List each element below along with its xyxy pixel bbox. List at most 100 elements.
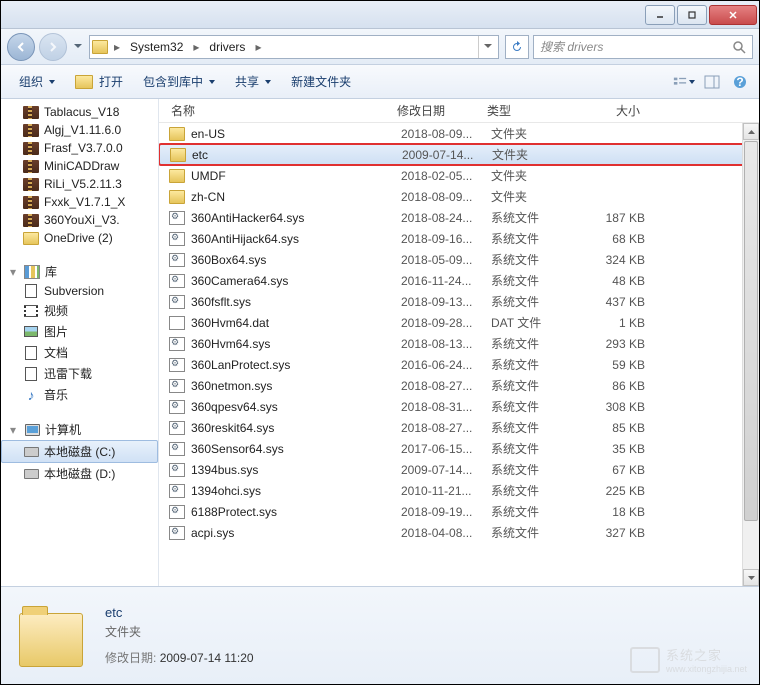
sidebar-item[interactable]: OneDrive (2) bbox=[1, 229, 158, 247]
file-row[interactable]: 360AntiHijack64.sys 2018-09-16... 系统文件 6… bbox=[159, 228, 759, 249]
sidebar-item[interactable]: RiLi_V5.2.11.3 bbox=[1, 175, 158, 193]
sys-icon bbox=[169, 379, 185, 393]
file-date: 2010-11-21... bbox=[393, 484, 483, 498]
open-button[interactable]: 打开 bbox=[65, 69, 133, 94]
sidebar-item[interactable]: 迅雷下载 bbox=[1, 363, 158, 384]
view-options-button[interactable] bbox=[673, 72, 695, 92]
file-size: 86 KB bbox=[573, 379, 653, 393]
file-row[interactable]: 1394bus.sys 2009-07-14... 系统文件 67 KB bbox=[159, 459, 759, 480]
column-size[interactable]: 大小 bbox=[569, 99, 649, 123]
sidebar-item-label: Fxxk_V1.7.1_X bbox=[44, 195, 125, 209]
address-dropdown[interactable] bbox=[478, 36, 496, 58]
breadcrumb-segment[interactable]: drivers bbox=[205, 38, 249, 56]
scroll-thumb[interactable] bbox=[744, 141, 758, 521]
sidebar-computer-header[interactable]: ▾计算机 bbox=[1, 419, 158, 440]
file-date: 2018-02-05... bbox=[393, 169, 483, 183]
sidebar-item[interactable]: 图片 bbox=[1, 321, 158, 342]
file-row[interactable]: 360netmon.sys 2018-08-27... 系统文件 86 KB bbox=[159, 375, 759, 396]
forward-button[interactable] bbox=[39, 33, 67, 61]
details-name: etc bbox=[105, 605, 254, 620]
close-button[interactable] bbox=[709, 5, 757, 25]
file-name: 360LanProtect.sys bbox=[191, 358, 290, 372]
refresh-button[interactable] bbox=[505, 35, 529, 59]
file-size: 68 KB bbox=[573, 232, 653, 246]
help-button[interactable]: ? bbox=[729, 72, 751, 92]
sidebar-item-label: Tablacus_V18 bbox=[44, 105, 119, 119]
svg-text:?: ? bbox=[736, 75, 743, 89]
column-name[interactable]: 名称 bbox=[159, 99, 389, 123]
music-icon: ♪ bbox=[23, 388, 39, 402]
breadcrumb-segment[interactable]: System32 bbox=[126, 38, 187, 56]
sidebar-item[interactable]: 视频 bbox=[1, 300, 158, 321]
file-row[interactable]: 360Camera64.sys 2016-11-24... 系统文件 48 KB bbox=[159, 270, 759, 291]
file-row[interactable]: acpi.sys 2018-04-08... 系统文件 327 KB bbox=[159, 522, 759, 543]
sidebar-item[interactable]: ♪音乐 bbox=[1, 384, 158, 405]
file-row[interactable]: 360Sensor64.sys 2017-06-15... 系统文件 35 KB bbox=[159, 438, 759, 459]
file-row[interactable]: etc 2009-07-14... 文件夹 bbox=[159, 144, 759, 165]
sys-icon bbox=[169, 463, 185, 477]
file-name: 360AntiHijack64.sys bbox=[191, 232, 299, 246]
file-size: 67 KB bbox=[573, 463, 653, 477]
address-bar[interactable]: ▸ System32 ▸ drivers ▸ bbox=[89, 35, 499, 59]
sidebar-item[interactable]: Algj_V1.11.6.0 bbox=[1, 121, 158, 139]
file-type: 系统文件 bbox=[483, 524, 573, 541]
sys-icon bbox=[169, 505, 185, 519]
maximize-button[interactable] bbox=[677, 5, 707, 25]
chevron-right-icon[interactable]: ▸ bbox=[112, 40, 122, 54]
file-row[interactable]: 360qpesv64.sys 2018-08-31... 系统文件 308 KB bbox=[159, 396, 759, 417]
sidebar-item[interactable]: Fxxk_V1.7.1_X bbox=[1, 193, 158, 211]
file-size: 187 KB bbox=[573, 211, 653, 225]
file-row[interactable]: 360AntiHacker64.sys 2018-08-24... 系统文件 1… bbox=[159, 207, 759, 228]
archive-icon bbox=[23, 159, 39, 173]
file-row[interactable]: en-US 2018-08-09... 文件夹 bbox=[159, 123, 759, 144]
back-button[interactable] bbox=[7, 33, 35, 61]
chevron-right-icon[interactable]: ▸ bbox=[253, 40, 263, 54]
file-row[interactable]: 6188Protect.sys 2018-09-19... 系统文件 18 KB bbox=[159, 501, 759, 522]
nav-history-dropdown[interactable] bbox=[71, 36, 85, 58]
column-headers: 名称 修改日期 类型 大小 bbox=[159, 99, 759, 123]
file-row[interactable]: 1394ohci.sys 2010-11-21... 系统文件 225 KB bbox=[159, 480, 759, 501]
sidebar-item[interactable]: MiniCADDraw bbox=[1, 157, 158, 175]
sidebar-libraries-header[interactable]: ▾库 bbox=[1, 261, 158, 282]
sidebar-item-label: Algj_V1.11.6.0 bbox=[44, 123, 121, 137]
file-name: 6188Protect.sys bbox=[191, 505, 277, 519]
file-row[interactable]: 360Hvm64.sys 2018-08-13... 系统文件 293 KB bbox=[159, 333, 759, 354]
chevron-right-icon[interactable]: ▸ bbox=[191, 40, 201, 54]
sidebar-item[interactable]: Tablacus_V18 bbox=[1, 103, 158, 121]
sidebar-item[interactable]: 文档 bbox=[1, 342, 158, 363]
sidebar-drive[interactable]: 本地磁盘 (D:) bbox=[1, 463, 158, 484]
sys-icon bbox=[169, 421, 185, 435]
file-row[interactable]: UMDF 2018-02-05... 文件夹 bbox=[159, 165, 759, 186]
sidebar-item[interactable]: Frasf_V3.7.0.0 bbox=[1, 139, 158, 157]
archive-icon bbox=[23, 105, 39, 119]
file-list: 名称 修改日期 类型 大小 en-US 2018-08-09... 文件夹 et… bbox=[159, 99, 759, 586]
organize-menu[interactable]: 组织 bbox=[9, 69, 65, 94]
file-size: 308 KB bbox=[573, 400, 653, 414]
file-row[interactable]: zh-CN 2018-08-09... 文件夹 bbox=[159, 186, 759, 207]
sys-icon bbox=[169, 232, 185, 246]
file-date: 2018-08-27... bbox=[393, 379, 483, 393]
share-menu[interactable]: 共享 bbox=[225, 69, 281, 94]
preview-pane-button[interactable] bbox=[701, 72, 723, 92]
new-folder-button[interactable]: 新建文件夹 bbox=[281, 69, 361, 94]
file-row[interactable]: 360reskit64.sys 2018-08-27... 系统文件 85 KB bbox=[159, 417, 759, 438]
scrollbar[interactable] bbox=[742, 123, 759, 586]
sidebar-item[interactable]: Subversion bbox=[1, 282, 158, 300]
sidebar-item-label: 图片 bbox=[44, 323, 68, 340]
file-row[interactable]: 360Hvm64.dat 2018-09-28... DAT 文件 1 KB bbox=[159, 312, 759, 333]
search-input[interactable]: 搜索 drivers bbox=[533, 35, 753, 59]
scroll-up-button[interactable] bbox=[743, 123, 759, 140]
file-row[interactable]: 360LanProtect.sys 2016-06-24... 系统文件 59 … bbox=[159, 354, 759, 375]
sidebar-drive[interactable]: 本地磁盘 (C:) bbox=[1, 440, 158, 463]
minimize-button[interactable] bbox=[645, 5, 675, 25]
navbar: ▸ System32 ▸ drivers ▸ 搜索 drivers bbox=[1, 29, 759, 65]
sidebar-item-label: 文档 bbox=[44, 344, 68, 361]
sys-icon bbox=[169, 211, 185, 225]
sidebar-item[interactable]: 360YouXi_V3. bbox=[1, 211, 158, 229]
file-row[interactable]: 360Box64.sys 2018-05-09... 系统文件 324 KB bbox=[159, 249, 759, 270]
column-type[interactable]: 类型 bbox=[479, 99, 569, 123]
include-in-library-menu[interactable]: 包含到库中 bbox=[133, 69, 225, 94]
column-date[interactable]: 修改日期 bbox=[389, 99, 479, 123]
file-row[interactable]: 360fsflt.sys 2018-09-13... 系统文件 437 KB bbox=[159, 291, 759, 312]
scroll-down-button[interactable] bbox=[743, 569, 759, 586]
